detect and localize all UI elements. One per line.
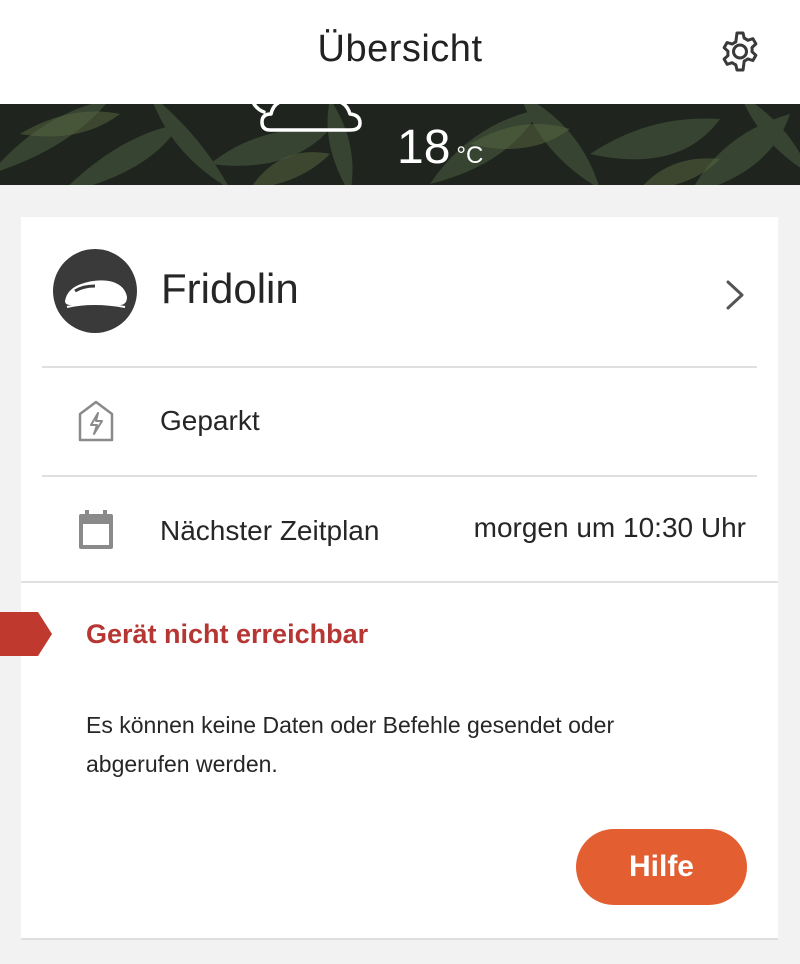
chevron-right-icon [726, 280, 744, 310]
help-button[interactable]: Hilfe [576, 829, 747, 905]
temperature-display: 18 °C [397, 122, 483, 174]
card-bottom-divider [21, 938, 778, 940]
temperature-value: 18 [397, 121, 451, 174]
gear-icon[interactable] [716, 28, 764, 76]
status-label: Geparkt [160, 405, 260, 436]
page-title: Übersicht [317, 28, 483, 70]
alert-message: Es können keine Daten oder Befehle gesen… [86, 712, 615, 777]
schedule-label: Nächster Zeitplan [160, 515, 380, 546]
schedule-value: morgen um 10:30 Uhr [473, 512, 746, 543]
temperature-unit: °C [456, 142, 484, 169]
top-bar: Übersicht [0, 0, 800, 104]
charging-station-icon [78, 400, 114, 442]
alert-marker-icon [0, 612, 52, 656]
calendar-icon [79, 510, 113, 549]
mower-icon [53, 249, 137, 333]
cloud-icon [252, 104, 362, 132]
alert-title: Gerät nicht erreichbar [86, 619, 369, 649]
device-name: Fridolin [161, 265, 299, 312]
divider [21, 581, 778, 583]
schedule-row: Nächster Zeitplan morgen um 10:30 Uhr [21, 477, 778, 581]
status-row: Geparkt [21, 368, 778, 475]
weather-banner: 18 °C [0, 104, 800, 185]
device-row[interactable]: Fridolin [21, 217, 778, 367]
